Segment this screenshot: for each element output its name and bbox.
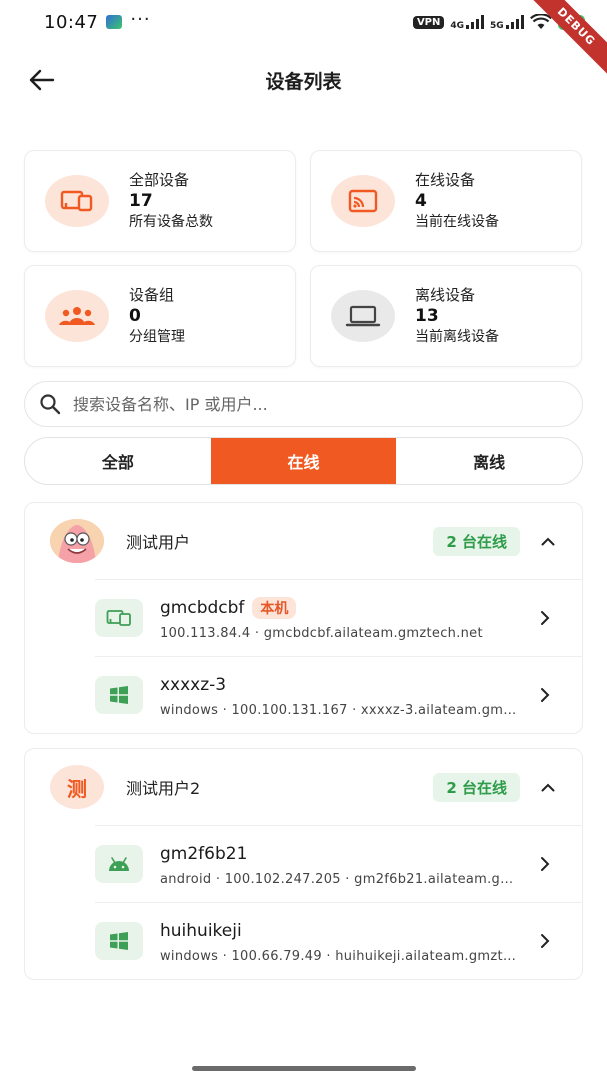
group-name: 测试用户2 — [126, 779, 201, 798]
group-header[interactable]: 测 测试用户2 2 台在线 — [25, 749, 582, 825]
patrick-avatar — [50, 519, 104, 563]
filter-tabs: 全部 在线 离线 — [24, 437, 583, 485]
vpn-badge: VPN — [412, 15, 445, 29]
stat-card-online[interactable]: 在线设备 4 当前在线设备 — [310, 150, 582, 252]
stat-desc: 当前离线设备 — [415, 329, 499, 345]
stat-desc: 当前在线设备 — [415, 214, 499, 230]
collapse-button[interactable] — [538, 531, 558, 551]
cast-icon — [331, 175, 395, 227]
chevron-up-icon — [541, 537, 555, 545]
group-header[interactable]: 测试用户 2 台在线 — [25, 503, 582, 579]
stat-label: 在线设备 — [415, 171, 476, 189]
chevron-up-icon — [541, 783, 555, 791]
status-bar: 10:47 ··· VPN 4G 5G 73 — [0, 0, 607, 44]
windows-icon — [95, 922, 143, 960]
device-meta: windows · 100.100.131.167 · xxxxz-3.aila… — [160, 702, 520, 718]
stats-grid: 全部设备 17 所有设备总数 在线设备 4 当前在线设备 设备组 0 分组管理 … — [24, 150, 583, 367]
stat-desc: 分组管理 — [129, 329, 185, 345]
stat-value: 0 — [129, 306, 141, 326]
chevron-right-icon — [541, 688, 550, 702]
stat-card-offline[interactable]: 离线设备 13 当前离线设备 — [310, 265, 582, 367]
user-group-card: 测试用户 2 台在线 gmcbdcbf 本机 100.113.84.4 · gm… — [24, 502, 583, 734]
device-name: xxxxz-3 — [160, 674, 227, 695]
app-notification-icon — [106, 15, 123, 29]
device-name: gmcbdcbf — [160, 597, 245, 618]
stat-value: 17 — [129, 191, 153, 211]
home-indicator[interactable] — [192, 1066, 416, 1071]
stat-label: 离线设备 — [415, 286, 476, 304]
stat-desc: 所有设备总数 — [129, 214, 213, 230]
status-time: 10:47 — [44, 11, 99, 33]
android-icon — [95, 845, 143, 883]
signal-icon — [505, 15, 524, 29]
stat-card-all[interactable]: 全部设备 17 所有设备总数 — [24, 150, 296, 252]
device-row[interactable]: gmcbdcbf 本机 100.113.84.4 · gmcbdcbf.aila… — [95, 579, 582, 656]
stat-label: 设备组 — [129, 286, 175, 304]
wifi-icon — [529, 14, 552, 29]
chevron-right-icon — [541, 857, 550, 871]
device-row[interactable]: xxxxz-3 windows · 100.100.131.167 · xxxx… — [95, 656, 582, 733]
stat-value: 13 — [415, 306, 439, 326]
device-row[interactable]: huihuikeji windows · 100.66.79.49 · huih… — [95, 902, 582, 979]
online-count-badge: 2 台在线 — [433, 772, 520, 802]
search-icon — [40, 394, 61, 415]
devices-icon — [95, 599, 143, 637]
device-meta: 100.113.84.4 · gmcbdcbf.ailateam.gmztech… — [160, 625, 483, 641]
search-bar[interactable] — [24, 381, 583, 427]
chevron-right-icon — [541, 934, 550, 948]
windows-icon — [95, 676, 143, 714]
back-button[interactable] — [22, 62, 62, 98]
tab-offline[interactable]: 离线 — [396, 438, 582, 484]
more-notifications-icon: ··· — [130, 8, 151, 30]
stat-value: 4 — [415, 191, 427, 211]
stat-label: 全部设备 — [129, 171, 190, 189]
group-avatar: 测 — [50, 765, 104, 809]
online-count-badge: 2 台在线 — [433, 526, 520, 556]
network-4g-label: 4G — [450, 21, 465, 31]
chevron-right-icon — [541, 611, 550, 625]
group-name: 测试用户 — [126, 533, 191, 552]
tab-all[interactable]: 全部 — [25, 438, 211, 484]
collapse-button[interactable] — [538, 777, 558, 797]
back-arrow-icon — [29, 69, 55, 91]
device-meta: windows · 100.66.79.49 · huihuikeji.aila… — [160, 948, 520, 964]
device-name: huihuikeji — [160, 920, 242, 941]
group-icon — [45, 290, 109, 342]
search-input[interactable] — [73, 394, 533, 414]
device-row[interactable]: gm2f6b21 android · 100.102.247.205 · gm2… — [95, 825, 582, 902]
tab-online[interactable]: 在线 — [210, 438, 397, 484]
app-header: 设备列表 — [0, 52, 607, 108]
laptop-icon — [331, 290, 395, 342]
devices-icon — [45, 175, 109, 227]
signal-icon — [466, 15, 485, 29]
network-5g-label: 5G — [490, 21, 504, 31]
stat-card-groups[interactable]: 设备组 0 分组管理 — [24, 265, 296, 367]
user-group-card: 测 测试用户2 2 台在线 gm2f6b21 android · 100.102… — [24, 748, 583, 980]
device-name: gm2f6b21 — [160, 843, 248, 864]
device-meta: android · 100.102.247.205 · gm2f6b21.ail… — [160, 871, 520, 887]
page-title: 设备列表 — [265, 70, 342, 93]
local-device-badge: 本机 — [252, 596, 297, 619]
